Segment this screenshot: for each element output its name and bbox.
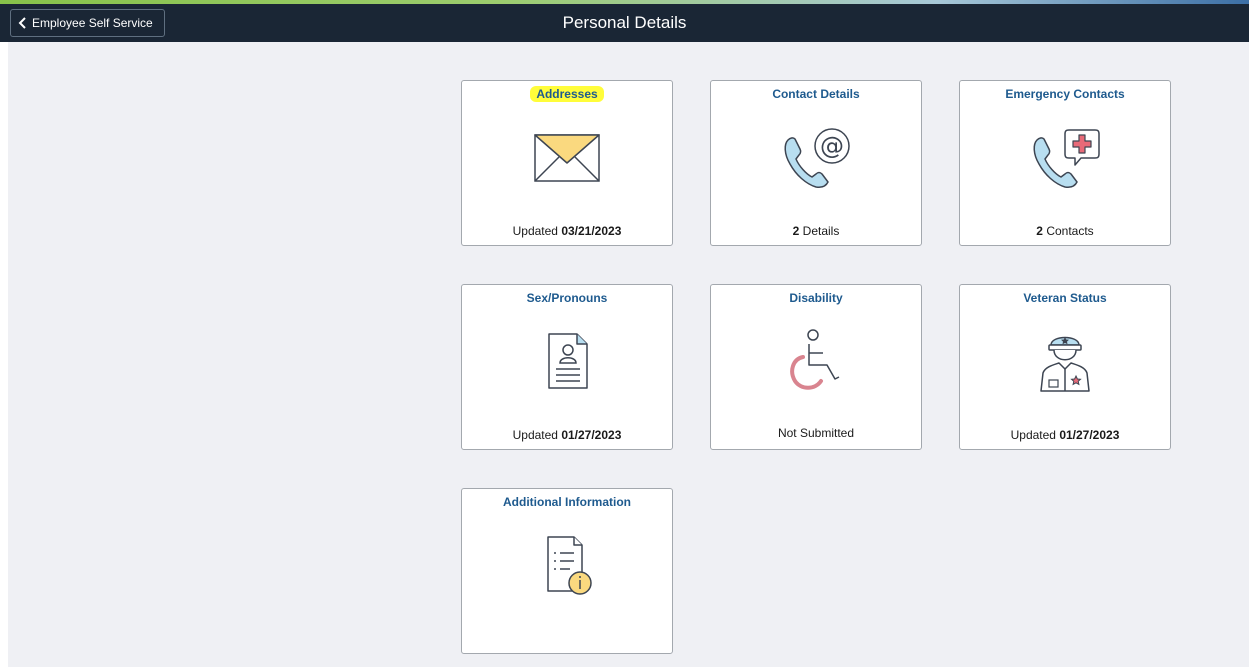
tile-title: Addresses <box>530 86 604 102</box>
tile-contact-details[interactable]: Contact Details @ 2 Details <box>710 80 922 246</box>
tile-title: Disability <box>789 291 843 305</box>
phone-medical-icon <box>1033 129 1100 188</box>
tile-veteran-status[interactable]: Veteran Status Updated 01/27/2023 <box>959 284 1171 450</box>
tile-emergency-contacts[interactable]: Emergency Contacts 2 Contacts <box>959 80 1171 246</box>
back-button-label: Employee Self Service <box>32 16 153 30</box>
envelope-icon <box>534 134 600 182</box>
page-title: Personal Details <box>562 13 687 32</box>
tile-footer: Updated 01/27/2023 <box>512 428 622 442</box>
tile-footer: 2 Details <box>792 224 840 238</box>
tile-title: Sex/Pronouns <box>526 291 608 305</box>
tile-title: Veteran Status <box>1023 291 1107 305</box>
svg-text:@: @ <box>820 132 844 160</box>
tile-footer: Updated 03/21/2023 <box>512 224 622 238</box>
veteran-officer-icon <box>1040 336 1090 392</box>
tile-disability[interactable]: Disability Not Submitted <box>710 284 922 450</box>
tile-title: Additional Information <box>503 495 631 509</box>
back-button[interactable]: Employee Self Service <box>10 9 165 37</box>
phone-at-icon: @ <box>784 128 850 188</box>
info-document-icon <box>547 536 592 595</box>
tile-additional-information[interactable]: Additional Information <box>461 488 673 654</box>
tile-area: Addresses Updated 03/21/2023 Contact Det… <box>8 42 1249 667</box>
tile-title: Contact Details <box>772 87 860 101</box>
wheelchair-icon <box>790 329 840 390</box>
tile-title: Emergency Contacts <box>1005 87 1125 101</box>
id-document-icon <box>548 333 588 389</box>
tile-footer: 2 Contacts <box>1036 224 1094 238</box>
tile-footer: Updated 01/27/2023 <box>1010 428 1120 442</box>
tile-addresses[interactable]: Addresses Updated 03/21/2023 <box>461 80 673 246</box>
chevron-left-icon <box>18 17 26 29</box>
tile-sex-pronouns[interactable]: Sex/Pronouns Updated 01/27/2023 <box>461 284 673 450</box>
tile-footer: Not Submitted <box>777 426 855 440</box>
page-header: Employee Self Service Personal Details <box>0 4 1249 42</box>
